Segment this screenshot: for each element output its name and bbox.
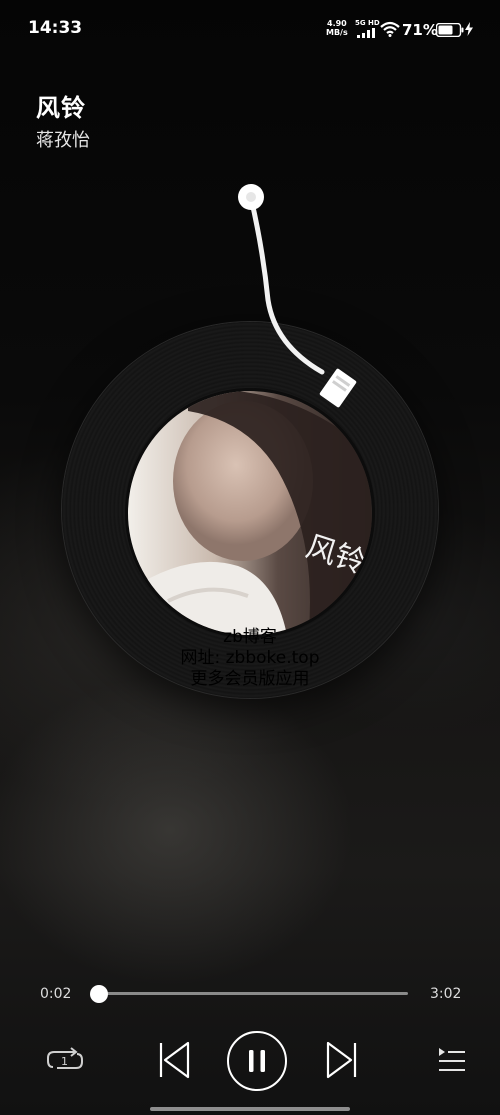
watermark-line-2: 网址: zbboke.top [180, 648, 320, 668]
repeat-mode-button[interactable]: 1 [44, 1042, 86, 1078]
watermark: zb博客 网址: zbboke.top 更多会员版应用 [150, 627, 350, 690]
playlist-icon [439, 1048, 465, 1071]
watermark-line-1: zb博客 [223, 627, 277, 647]
next-icon [326, 1041, 357, 1079]
elapsed-time: 0:02 [40, 986, 72, 1002]
album-cover: 风铃 [125, 388, 375, 638]
previous-icon [159, 1041, 190, 1079]
total-time: 3:02 [430, 986, 462, 1002]
progress-area: 0:02 3:02 [0, 984, 500, 1004]
tonearm [238, 184, 357, 408]
album-cover-art: 风铃 [128, 391, 372, 635]
next-button[interactable] [322, 1038, 362, 1082]
playback-controls: 1 [0, 1030, 500, 1092]
repeat-one-icon: 1 [47, 1047, 83, 1069]
svg-text:1: 1 [61, 1055, 68, 1068]
previous-button[interactable] [154, 1038, 194, 1082]
home-indicator[interactable] [150, 1107, 350, 1111]
playlist-button[interactable] [432, 1042, 470, 1078]
progress-bar[interactable] [90, 985, 408, 1003]
progress-thumb[interactable] [90, 985, 109, 1003]
watermark-line-3: 更多会员版应用 [190, 669, 310, 689]
pause-button[interactable] [226, 1030, 288, 1092]
pause-icon [227, 1031, 287, 1091]
